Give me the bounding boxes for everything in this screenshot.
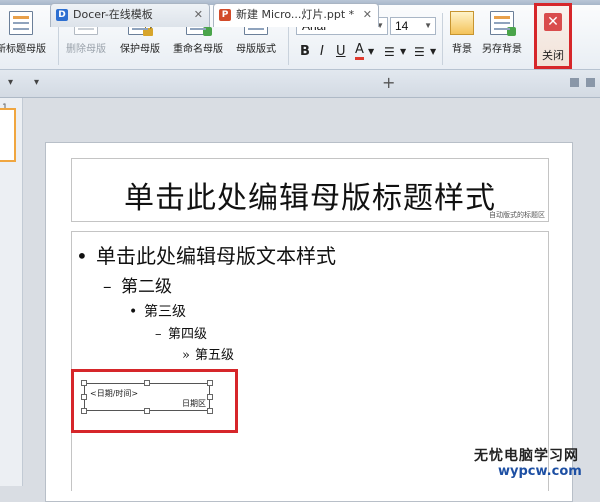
- chevron-down-icon[interactable]: ▼: [400, 43, 406, 61]
- bullet-marker: –: [155, 327, 162, 342]
- master-layout-label: 母版版式: [236, 44, 276, 55]
- bullet-list-icon[interactable]: ☰: [384, 43, 395, 61]
- level-5-text: 第五级: [195, 348, 235, 363]
- level-4-text: 第四级: [168, 327, 208, 342]
- background-label: 背景: [452, 44, 472, 55]
- close-label: 关闭: [542, 49, 564, 62]
- close-icon[interactable]: ✕: [363, 4, 372, 26]
- text-level-2: – 第二级: [103, 272, 172, 297]
- background-button[interactable]: 背景: [450, 11, 474, 55]
- font-color-button[interactable]: A: [355, 43, 364, 60]
- slide-title: 单击此处编辑母版标题样式: [124, 181, 496, 216]
- document-tab-bar: ▾ ▾: [0, 70, 600, 98]
- italic-button[interactable]: I: [320, 43, 324, 61]
- bullet-marker: •: [129, 304, 138, 320]
- tab-label: 新建 Micro...灯片.ppt *: [236, 8, 355, 21]
- level-1-text: 单击此处编辑母版文本样式: [96, 244, 336, 268]
- bullet-marker: »: [182, 348, 190, 363]
- slide-thumbnail[interactable]: [0, 108, 16, 162]
- chevron-down-icon[interactable]: ▼: [368, 43, 374, 61]
- tab-label: Docer-在线模板: [73, 8, 153, 21]
- close-icon[interactable]: ✕: [194, 4, 203, 26]
- docer-icon: D: [56, 9, 68, 21]
- highlight-frame: [71, 369, 238, 433]
- bold-button[interactable]: B: [300, 43, 310, 61]
- text-level-5: » 第五级: [182, 344, 234, 363]
- numbered-list-icon[interactable]: ☰: [414, 43, 425, 61]
- text-level-4: – 第四级: [155, 323, 207, 342]
- font-size-value: 14: [395, 19, 409, 33]
- close-icon: ✕: [544, 13, 562, 31]
- delete-master-label: 删除母版: [66, 44, 106, 55]
- chevron-down-icon: ▼: [424, 21, 432, 30]
- watermark-url: wypcw.com: [498, 464, 582, 479]
- background-icon: [450, 11, 474, 35]
- level-2-text: 第二级: [121, 277, 172, 297]
- save-background-label: 另存背景: [482, 44, 522, 55]
- tab-presentation[interactable]: P 新建 Micro...灯片.ppt * ✕: [213, 3, 379, 27]
- ppt-file-icon: P: [219, 9, 231, 21]
- add-tab-icon[interactable]: +: [382, 73, 395, 92]
- text-level-3: • 第三级: [129, 301, 186, 321]
- underline-button[interactable]: U: [336, 43, 346, 61]
- bullet-marker: •: [76, 244, 88, 268]
- chevron-down-icon[interactable]: ▼: [430, 43, 436, 61]
- menu-arrow-icon[interactable]: ▾: [34, 77, 39, 88]
- level-3-text: 第三级: [144, 304, 186, 320]
- ribbon-separator: [442, 13, 443, 65]
- title-placeholder[interactable]: 单击此处编辑母版标题样式 自动版式的标题区: [71, 158, 549, 222]
- tab-menu-icon[interactable]: [570, 78, 579, 87]
- tab-docer[interactable]: D Docer-在线模板 ✕: [50, 3, 210, 27]
- rename-master-label: 重命名母版: [173, 44, 223, 55]
- new-title-master-label: 新标题母版: [0, 44, 46, 55]
- save-background-icon: [490, 11, 516, 36]
- bullet-marker: –: [103, 277, 112, 297]
- close-master-view-button[interactable]: ✕ 关闭: [534, 3, 572, 69]
- font-size-select[interactable]: 14 ▼: [390, 17, 436, 35]
- save-background-button[interactable]: 另存背景: [482, 11, 522, 55]
- watermark-title: 无忧电脑学习网: [474, 448, 579, 464]
- window-control-icon[interactable]: [586, 78, 595, 87]
- new-master-icon: [9, 11, 33, 35]
- title-area-label: 自动版式的标题区: [489, 211, 545, 219]
- text-level-1: • 单击此处编辑母版文本样式: [76, 240, 336, 269]
- menu-arrow-icon[interactable]: ▾: [8, 77, 13, 88]
- new-title-master-button[interactable]: 新标题母版: [0, 11, 46, 55]
- protect-master-label: 保护母版: [120, 44, 160, 55]
